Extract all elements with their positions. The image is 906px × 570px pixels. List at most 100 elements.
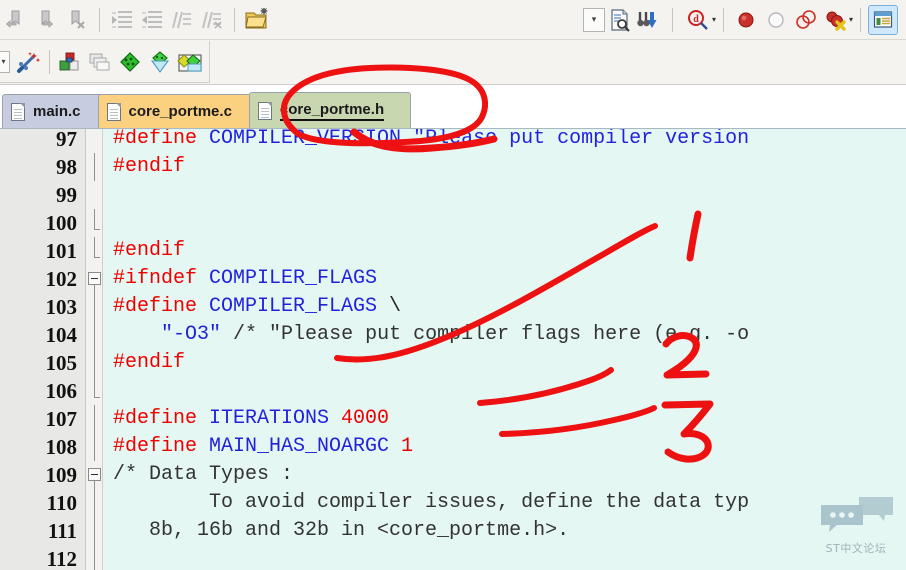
toolbar-divider xyxy=(99,7,100,32)
toolbar-breakpoint-group: ▾ xyxy=(729,0,855,39)
document-icon xyxy=(106,102,121,121)
code-token-num: 4000 xyxy=(341,407,390,430)
magnifier-debug-icon[interactable]: d xyxy=(680,5,714,35)
binoculars-down-icon[interactable] xyxy=(635,5,665,35)
code-token-pp: #define xyxy=(113,129,210,150)
line-number: 112 xyxy=(46,547,77,570)
code-line[interactable]: #define COMPILER_FLAGS \ xyxy=(113,293,401,321)
breakpoint-disable-all-icon[interactable] xyxy=(791,5,821,35)
fold-end-marker xyxy=(94,397,100,398)
toolbar-second-panel: ▾ xyxy=(0,41,210,83)
find-in-files-icon[interactable] xyxy=(605,5,635,35)
fold-bar xyxy=(94,545,95,570)
tab-core-portme-c[interactable]: core_portme.c xyxy=(97,94,255,128)
fold-toggle-icon[interactable] xyxy=(88,272,101,285)
manage-components-icon[interactable] xyxy=(145,47,175,77)
line-number: 105 xyxy=(45,351,78,375)
code-line[interactable]: #ifndef COMPILER_FLAGS xyxy=(113,265,377,293)
line-number: 108 xyxy=(45,435,78,459)
chevron-down-icon[interactable]: ▾ xyxy=(582,7,605,32)
code-line[interactable]: #endif xyxy=(113,153,185,181)
breakpoint-insert-icon[interactable] xyxy=(731,5,761,35)
toolbar-divider xyxy=(860,7,861,32)
code-line[interactable]: 8b, 16b and 32b in <core_portme.h>. xyxy=(113,517,569,545)
editor-tab-bar: main.c core_portme.c core_portme.h xyxy=(0,85,906,129)
fold-end-marker xyxy=(94,229,100,230)
build-target-icon[interactable] xyxy=(55,47,85,77)
line-number: 98 xyxy=(56,155,77,179)
line-number: 103 xyxy=(45,295,78,319)
fold-end-marker xyxy=(94,257,100,258)
fold-bar xyxy=(94,405,95,433)
code-line[interactable]: #endif xyxy=(113,237,185,265)
bookmark-next-icon[interactable] xyxy=(32,5,62,35)
fold-bar xyxy=(94,293,95,321)
toolbar-bookmark-group xyxy=(0,0,94,39)
code-line[interactable]: #define ITERATIONS 4000 xyxy=(113,405,389,433)
code-line[interactable]: "-O3" /* "Please put compiler flags here… xyxy=(113,321,749,349)
code-text-area[interactable]: #define COMPILER_VERSION "Please put com… xyxy=(103,129,906,570)
open-folder-icon[interactable] xyxy=(242,5,272,35)
bookmark-previous-icon[interactable] xyxy=(2,5,32,35)
fold-bar xyxy=(94,433,95,461)
code-editor[interactable]: 97 98 99 100 101 102 103 104 105 106 107 108 109 110 1… xyxy=(0,129,906,570)
tab-label: main.c xyxy=(33,103,81,120)
tab-label: core_portme.c xyxy=(128,103,232,120)
code-token-str: "Please put compiler version xyxy=(413,129,750,150)
code-token-pp: #ifndef xyxy=(113,267,210,290)
code-line[interactable]: To avoid compiler issues, define the dat… xyxy=(113,489,749,517)
code-line[interactable]: #endif xyxy=(113,349,185,377)
code-token-pp: #define xyxy=(113,435,210,458)
fold-toggle-icon[interactable] xyxy=(88,468,101,481)
line-number: 110 xyxy=(46,491,77,515)
indent-increase-icon[interactable] xyxy=(107,5,137,35)
code-line[interactable]: #define COMPILER_VERSION "Please put com… xyxy=(113,129,749,153)
project-window-icon[interactable] xyxy=(868,4,898,35)
code-token-pp: #endif xyxy=(113,239,186,262)
magic-wand-icon[interactable] xyxy=(14,47,44,77)
fold-bar xyxy=(94,349,95,377)
batch-build-icon[interactable] xyxy=(85,47,115,77)
fold-bar xyxy=(94,517,95,545)
comment-selection-icon[interactable] xyxy=(167,5,197,35)
code-token-cmt: To avoid compiler issues, define the dat… xyxy=(113,491,750,514)
toolbar-divider xyxy=(234,7,235,32)
toolbar-debug-search-group: d ▾ xyxy=(678,0,718,39)
code-token-str: "-O3" xyxy=(161,323,222,346)
code-line[interactable]: /* Data Types : xyxy=(113,461,293,489)
code-token-pp: #define xyxy=(113,295,210,318)
tab-main-c[interactable]: main.c xyxy=(2,94,104,128)
line-number: 102 xyxy=(45,267,78,291)
line-number: 99 xyxy=(56,183,77,207)
code-line[interactable]: #define MAIN_HAS_NOARGC 1 xyxy=(113,433,413,461)
bookmark-clear-icon[interactable] xyxy=(62,5,92,35)
breakpoint-kill-all-icon[interactable] xyxy=(821,5,851,35)
line-number: 111 xyxy=(47,519,77,543)
options-green-diamond-icon[interactable] xyxy=(115,47,145,77)
pack-installer-icon[interactable] xyxy=(175,47,205,77)
uncomment-selection-icon[interactable] xyxy=(197,5,227,35)
fold-bar xyxy=(94,153,95,181)
code-folding-column[interactable] xyxy=(86,129,103,570)
line-number: 104 xyxy=(45,323,78,347)
code-token-id: MAIN_HAS_NOARGC xyxy=(209,435,402,458)
code-token-num: 1 xyxy=(401,435,414,458)
code-token-pp: #endif xyxy=(113,351,186,374)
toolbar-second: ▾ xyxy=(0,40,906,85)
line-number-gutter: 97 98 99 100 101 102 103 104 105 106 107 108 109 110 1… xyxy=(0,129,86,570)
line-number: 97 xyxy=(56,129,77,151)
breakpoint-disable-icon[interactable] xyxy=(761,5,791,35)
chevron-down-partial-icon[interactable]: ▾ xyxy=(0,50,10,73)
fold-bar xyxy=(94,377,95,397)
tab-core-portme-h[interactable]: core_portme.h xyxy=(248,92,412,128)
toolbar-file-group xyxy=(240,0,274,39)
code-token-id: COMPILER_FLAGS xyxy=(209,267,378,290)
toolbar-search-combo-group: ▾ xyxy=(581,0,667,39)
toolbar-indent-group xyxy=(105,0,229,39)
fold-bar xyxy=(94,489,95,517)
svg-text:d: d xyxy=(693,14,699,25)
indent-decrease-icon[interactable] xyxy=(137,5,167,35)
document-icon xyxy=(257,101,272,120)
line-number: 101 xyxy=(45,239,78,263)
